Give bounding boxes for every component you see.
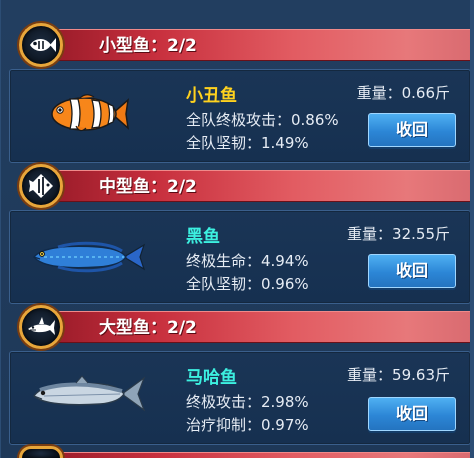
fish-weight: 重量：32.55斤 — [347, 225, 450, 243]
fish-stat-2: 全队坚韧：1.49% — [186, 134, 309, 152]
recall-button[interactable]: 收回 — [368, 397, 456, 431]
fish-name: 小丑鱼 — [186, 86, 237, 106]
fish-card: 小丑鱼 重量：0.66斤 全队终极攻击：0.86% 全队坚韧：1.49% 收回 — [9, 69, 471, 163]
fish-collection-window: 小型鱼：2/2 小丑鱼 重量：0.66斤 全队终极攻击：0.86% 全队坚韧：1… — [0, 0, 474, 458]
next-category-badge-icon — [19, 446, 63, 458]
fish-stat-2: 治疗抑制：0.97% — [186, 416, 309, 434]
fish-weight: 重量：0.66斤 — [356, 84, 450, 102]
fish-name: 黑鱼 — [186, 227, 220, 247]
recall-button[interactable]: 收回 — [368, 254, 456, 288]
category-title: 中型鱼：2/2 — [99, 177, 197, 197]
angelfish-icon — [19, 164, 63, 208]
fish-stat-1: 终极生命：4.94% — [186, 252, 309, 270]
fish-card: 马哈鱼 重量：59.63斤 终极攻击：2.98% 治疗抑制：0.97% 收回 — [9, 351, 471, 445]
snakehead-fish-icon — [28, 237, 146, 281]
salmon-icon — [30, 372, 146, 420]
category-banner: 大型鱼：2/2 — [23, 311, 474, 343]
small-fish-icon — [19, 23, 63, 67]
fish-name: 马哈鱼 — [186, 368, 237, 388]
fish-card: 黑鱼 重量：32.55斤 终极生命：4.94% 全队坚韧：0.96% 收回 — [9, 210, 471, 304]
recall-button[interactable]: 收回 — [368, 113, 456, 147]
clownfish-icon — [46, 92, 132, 140]
scrollbar[interactable] — [470, 0, 474, 458]
shark-icon — [19, 305, 63, 349]
category-banner: 中型鱼：2/2 — [23, 170, 474, 202]
fish-weight: 重量：59.63斤 — [347, 366, 450, 384]
category-banner: 小型鱼：2/2 — [23, 29, 474, 61]
fish-stat-1: 全队终极攻击：0.86% — [186, 111, 339, 129]
next-category-banner — [23, 452, 474, 458]
category-title: 小型鱼：2/2 — [99, 36, 197, 56]
fish-stat-1: 终极攻击：2.98% — [186, 393, 309, 411]
category-title: 大型鱼：2/2 — [99, 318, 197, 338]
fish-stat-2: 全队坚韧：0.96% — [186, 275, 309, 293]
